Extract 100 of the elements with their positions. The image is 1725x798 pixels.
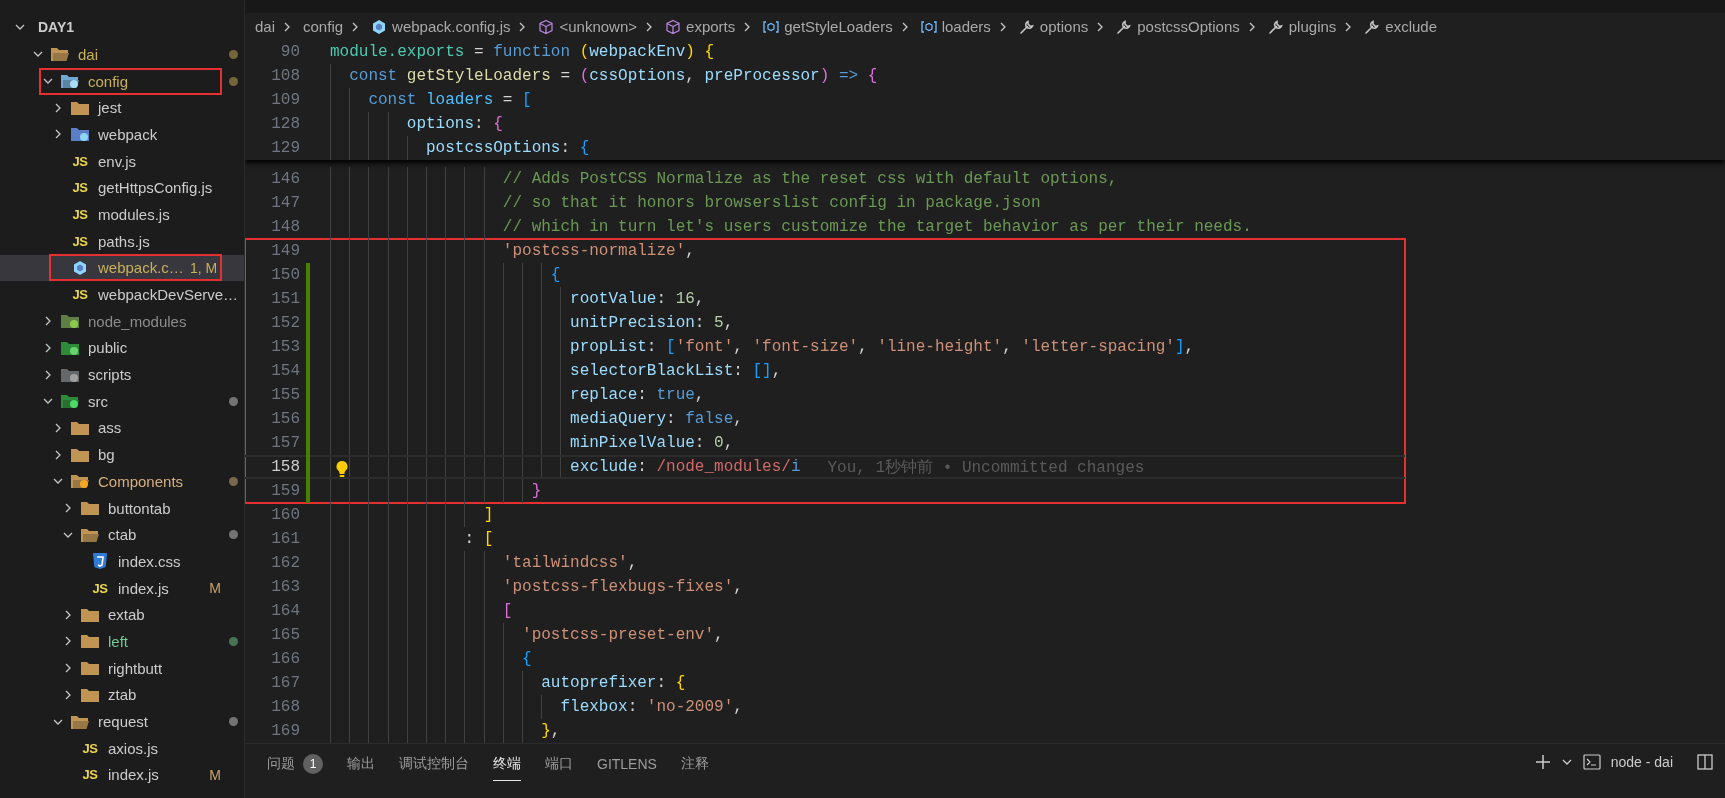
folder-item[interactable]: webpack: [0, 121, 244, 148]
folder-icon: [70, 713, 90, 730]
folder-item[interactable]: node_modules: [0, 307, 244, 335]
line-number: 155: [270, 386, 300, 404]
js-icon: JS: [82, 767, 98, 783]
breadcrumb-item[interactable]: postcssOptions: [1116, 18, 1240, 35]
lightbulb-icon[interactable]: [335, 460, 349, 478]
folder-item[interactable]: buttontab: [0, 494, 244, 522]
folder-item[interactable]: bg: [0, 441, 244, 468]
cube-icon: [665, 18, 682, 35]
folder-icon: [60, 73, 80, 90]
breadcrumb-item[interactable]: config: [303, 18, 344, 35]
file-item[interactable]: JS paths.js: [0, 227, 244, 255]
folder-icon: [80, 500, 100, 517]
folder-icon: [60, 393, 80, 410]
file-item[interactable]: index.css: [0, 548, 244, 575]
breadcrumb-item[interactable]: <unknown>: [538, 18, 638, 35]
folder-item[interactable]: Components: [0, 468, 244, 495]
folder-item[interactable]: left: [0, 628, 244, 655]
file-name: webpack: [98, 125, 159, 143]
panel-tab[interactable]: 端口: [545, 750, 573, 781]
folder-item[interactable]: ass: [0, 414, 244, 442]
folder-item[interactable]: ctab: [0, 521, 244, 549]
js-icon: JS: [82, 740, 98, 756]
js-icon: JS: [72, 153, 88, 169]
line-number: 108: [270, 67, 300, 85]
breadcrumb-item[interactable]: plugins: [1267, 18, 1337, 35]
hexagon-icon: [72, 259, 88, 276]
file-name: dai: [78, 45, 100, 63]
panel-tab[interactable]: 终端: [493, 750, 521, 781]
code-text: unitPrecision: 5,: [570, 314, 734, 332]
folder-item[interactable]: config: [0, 67, 244, 95]
file-item[interactable]: JS env.js: [0, 147, 244, 175]
line-number: 169: [270, 722, 300, 740]
file-name: webpackDevServe…: [98, 286, 239, 304]
file-item[interactable]: webpack.c… 1, M: [0, 254, 244, 282]
panel-tab[interactable]: 注释: [680, 750, 709, 781]
breadcrumb-item[interactable]: options: [1018, 18, 1089, 35]
code-text: autoprefixer: {: [541, 674, 686, 692]
folder-item[interactable]: dai: [0, 41, 244, 68]
file-name: env.js: [98, 152, 138, 170]
code-text: const getStyleLoaders = (cssOptions, preProcessor) => {: [349, 67, 878, 85]
line-number: 147: [270, 194, 300, 212]
breadcrumb-item[interactable]: exports: [665, 18, 736, 35]
code-text: module.exports = function (webpackEnv) {: [330, 43, 715, 61]
breadcrumb-item[interactable]: dai: [255, 18, 276, 35]
file-name: scripts: [88, 366, 133, 384]
folder-icon: [60, 313, 80, 330]
terminal-icon[interactable]: [1582, 754, 1601, 770]
file-item[interactable]: JS webpackDevServe…: [0, 281, 244, 308]
code-text: 'tailwindcss',: [502, 554, 638, 572]
folder-item[interactable]: public: [0, 334, 244, 362]
folder-item[interactable]: src: [0, 387, 244, 415]
line-number: 162: [270, 554, 300, 572]
folder-item[interactable]: jest: [0, 94, 244, 122]
code-text: rootValue: 16,: [570, 290, 705, 308]
line-number: 156: [270, 410, 300, 428]
line-number: 158: [270, 458, 300, 476]
folder-icon: [80, 606, 100, 623]
file-item[interactable]: JS index.js M: [0, 574, 244, 602]
folder-item[interactable]: request: [0, 708, 244, 735]
line-number: 164: [270, 602, 300, 620]
folder-item[interactable]: extab: [0, 601, 244, 629]
line-number: 165: [270, 626, 300, 644]
folder-item[interactable]: scripts: [0, 361, 244, 388]
panel-tab[interactable]: 问题 1: [267, 750, 323, 781]
code-text: ]: [483, 506, 494, 524]
line-number: 159: [270, 482, 300, 500]
file-name: ass: [98, 419, 123, 437]
panel-tab[interactable]: GITLENS: [597, 750, 657, 781]
workspace-title[interactable]: DAY1: [38, 19, 75, 35]
breadcrumb-item[interactable]: exclude: [1364, 18, 1438, 35]
wrench-icon: [1267, 18, 1284, 35]
folder-icon: [70, 419, 90, 436]
panel-tab[interactable]: 调试控制台: [399, 750, 469, 781]
panel-tab[interactable]: 输出: [347, 750, 375, 781]
code-text: }: [531, 482, 542, 500]
folder-icon: [80, 660, 100, 677]
file-name: paths.js: [98, 232, 151, 250]
file-item[interactable]: JS axios.js: [0, 734, 244, 762]
file-name: jest: [98, 99, 123, 117]
blame-annotation: You, 1秒钟前 • Uncommitted changes: [827, 457, 1145, 478]
breadcrumb-item[interactable]: getStyleLoaders: [763, 18, 893, 35]
split-icon[interactable]: [1697, 754, 1713, 770]
folder-icon: [80, 526, 100, 543]
code-text: {: [522, 650, 532, 668]
file-name: Components: [98, 472, 185, 490]
folder-item[interactable]: rightbutt: [0, 654, 244, 682]
file-item[interactable]: JS index.js M: [0, 761, 244, 789]
line-number: 129: [270, 139, 300, 157]
plus-icon[interactable]: [1534, 754, 1551, 770]
breadcrumb-item[interactable]: webpack.config.js: [371, 18, 511, 35]
breadcrumb-item[interactable]: loaders: [920, 18, 991, 35]
code-text: mediaQuery: false,: [570, 410, 743, 428]
line-number: 152: [270, 314, 300, 332]
file-item[interactable]: JS modules.js: [0, 201, 244, 228]
folder-item[interactable]: ztab: [0, 681, 244, 709]
file-item[interactable]: JS getHttpsConfig.js: [0, 174, 244, 202]
shield-icon: [92, 552, 108, 571]
terminal-name[interactable]: node - dai: [1610, 754, 1673, 770]
